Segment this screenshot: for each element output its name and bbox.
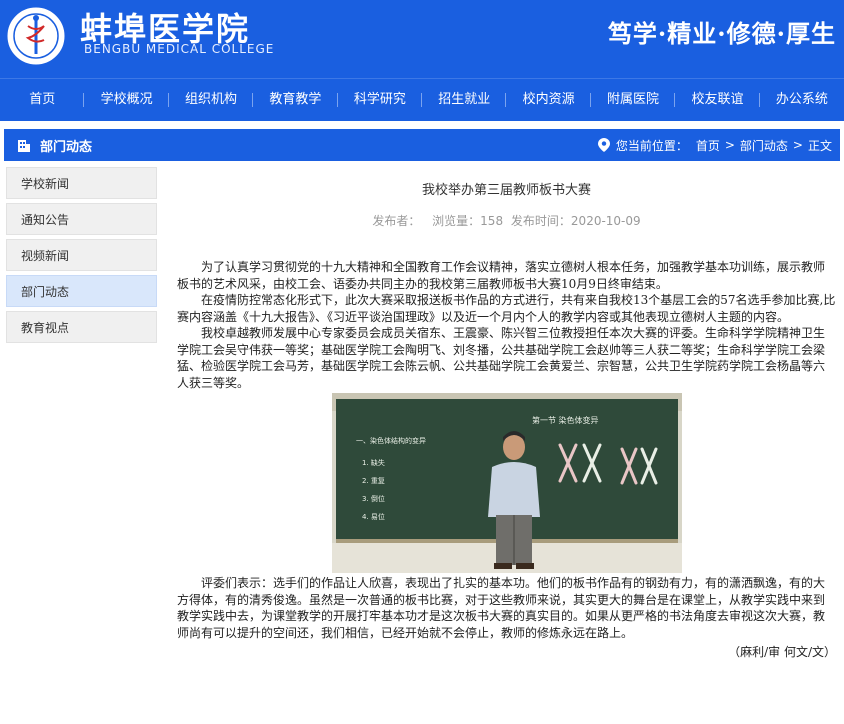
- college-motto: 笃学·精业·修德·厚生: [607, 19, 836, 48]
- sidebar: 学校新闻 通知公告 视频新闻 部门动态 教育视点: [4, 167, 161, 660]
- breadcrumb-separator: >: [792, 138, 803, 152]
- breadcrumb-label: 您当前位置：: [615, 138, 688, 153]
- board-line: 2. 重复: [362, 476, 385, 485]
- nav-item-research[interactable]: 科学研究: [338, 79, 423, 121]
- publish-time: 2020-10-09: [570, 214, 641, 228]
- board-line: 一、染色体结构的变异: [356, 436, 426, 445]
- sidebar-item-notices[interactable]: 通知公告: [6, 203, 157, 235]
- views-count: 158: [480, 214, 504, 228]
- sidebar-item-school-news[interactable]: 学校新闻: [6, 167, 157, 199]
- article-credit: （麻利/审 何文/文）: [728, 645, 836, 659]
- nav-item-admissions[interactable]: 招生就业: [422, 79, 507, 121]
- section-bar: 部门动态 您当前位置： 首页 > 部门动态 > 正文: [4, 129, 840, 161]
- nav-item-education[interactable]: 教育教学: [253, 79, 339, 121]
- article-meta: 发布者： 浏览量：158 发布时间：2020-10-09: [177, 212, 836, 229]
- sidebar-item-department-news[interactable]: 部门动态: [6, 275, 157, 307]
- college-name-en: BENGBU MEDICAL COLLEGE: [84, 42, 275, 56]
- views-label: 浏览量：: [432, 214, 481, 228]
- article-title: 我校举办第三届教师板书大赛: [421, 183, 591, 198]
- location-pin-icon: [597, 138, 610, 152]
- board-line: 1. 缺失: [362, 458, 385, 467]
- nav-item-alumni[interactable]: 校友联谊: [675, 79, 761, 121]
- sidebar-item-video-news[interactable]: 视频新闻: [6, 239, 157, 271]
- main-nav: 首页 学校概况 组织机构 教育教学 科学研究 招生就业 校内资源 附属医院 校友…: [0, 78, 844, 121]
- site-header: 蚌埠医学院 BENGBU MEDICAL COLLEGE 笃学·精业·修德·厚生: [0, 0, 844, 78]
- nav-item-resources[interactable]: 校内资源: [506, 79, 592, 121]
- nav-item-office[interactable]: 办公系统: [760, 79, 844, 121]
- breadcrumb: 您当前位置： 首页 > 部门动态 > 正文: [597, 137, 834, 154]
- publisher-label: 发布者：: [372, 214, 421, 228]
- nav-item-organization[interactable]: 组织机构: [169, 79, 254, 121]
- board-heading: 第一节 染色体变异: [532, 415, 599, 425]
- breadcrumb-current: 正文: [807, 138, 832, 153]
- college-emblem-icon[interactable]: [4, 4, 68, 68]
- board-line: 4. 易位: [362, 512, 385, 521]
- nav-item-overview[interactable]: 学校概况: [84, 79, 170, 121]
- article-paragraph: 评委们表示：选手们的作品让人欣喜，表现出了扎实的基本功。他们的板书作品有的钢劲有…: [177, 576, 826, 640]
- article-paragraph: 我校卓越教师发展中心专家委员会成员关宿东、王震豪、陈兴智三位教授担任本次大赛的评…: [177, 326, 826, 390]
- sidebar-item-education-views[interactable]: 教育视点: [6, 311, 157, 343]
- nav-item-home[interactable]: 首页: [0, 79, 85, 121]
- building-icon: [18, 140, 30, 152]
- breadcrumb-department-news[interactable]: 部门动态: [740, 137, 788, 154]
- nav-item-hospital[interactable]: 附属医院: [591, 79, 676, 121]
- content-area: 学校新闻 通知公告 视频新闻 部门动态 教育视点 我校举办第三届教师板书大赛 发…: [4, 167, 840, 660]
- breadcrumb-separator: >: [724, 138, 735, 152]
- time-label: 发布时间：: [510, 214, 571, 228]
- article-paragraph: 为了认真学习贯彻党的十九大精神和全国教育工作会议精神，落实立德树人根本任务，加强…: [177, 260, 826, 291]
- classroom-photo: 第一节 染色体变异 一、染色体结构的变异 1. 缺失 2. 重复 3. 倒位 4…: [331, 393, 682, 573]
- breadcrumb-home[interactable]: 首页: [696, 137, 720, 154]
- section-title: 部门动态: [40, 139, 93, 155]
- article: 我校举办第三届教师板书大赛 发布者： 浏览量：158 发布时间：2020-10-…: [161, 167, 840, 660]
- board-line: 3. 倒位: [362, 494, 385, 503]
- article-paragraph: 在疫情防控常态化形式下，此次大赛采取报送板书作品的方式进行，共有来自我校13个基…: [177, 293, 836, 324]
